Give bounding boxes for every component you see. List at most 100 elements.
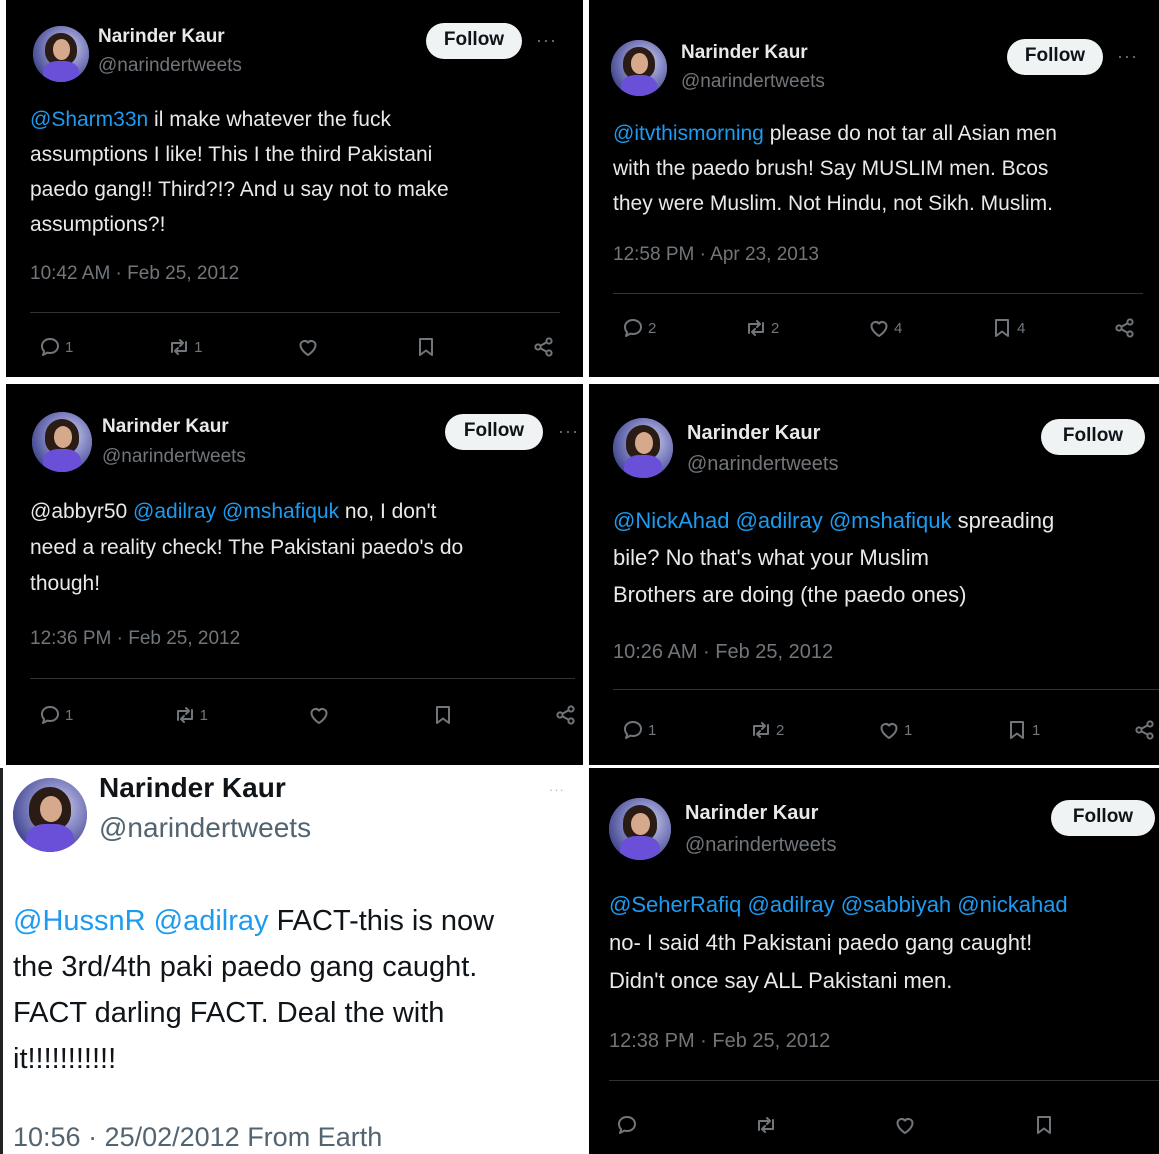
reply-count: 2 [648, 319, 657, 337]
retweet-button[interactable] [754, 1113, 781, 1137]
like-button[interactable]: 1 [877, 718, 912, 742]
retweet-button[interactable]: 1 [173, 703, 208, 727]
follow-button[interactable]: Follow [1041, 419, 1145, 455]
more-options-icon[interactable]: ··· [1117, 46, 1138, 67]
author-handle[interactable]: @narindertweets [687, 453, 838, 476]
divider [613, 293, 1143, 294]
author-handle[interactable]: @narindertweets [102, 446, 246, 468]
more-options-icon[interactable]: ··· [558, 421, 579, 442]
author-handle[interactable]: @narindertweets [681, 71, 825, 93]
bookmark-button[interactable] [1032, 1113, 1059, 1137]
tweet-text: @SeherRafiq @adilray @sabbiyah @nickahad… [609, 886, 1159, 1000]
bookmark-icon [414, 335, 438, 359]
share-button[interactable] [1113, 316, 1137, 340]
tweet-mentions[interactable]: @NickAhad @adilray @mshafiquk [613, 508, 951, 533]
heart-icon [296, 335, 320, 359]
retweet-button[interactable]: 1 [167, 335, 203, 359]
tweet-timestamp[interactable]: 12:38 PM · Feb 25, 2012 [609, 1030, 830, 1053]
reply-icon [621, 316, 645, 340]
follow-button[interactable]: Follow [1007, 39, 1103, 75]
tweet-mentions[interactable]: @Sharm33n [30, 108, 148, 131]
share-button[interactable] [554, 703, 578, 727]
like-button[interactable] [893, 1113, 920, 1137]
tweet-card: Narinder Kaur @narindertweets Follow @Ni… [589, 384, 1159, 765]
share-icon [532, 335, 556, 359]
avatar[interactable] [33, 26, 89, 82]
avatar[interactable] [611, 40, 667, 96]
reply-icon [38, 703, 62, 727]
share-icon [554, 703, 578, 727]
tweet-mentions[interactable]: @HussnR @adilray [13, 905, 269, 937]
share-button[interactable] [1133, 718, 1157, 742]
follow-button[interactable]: Follow [426, 23, 522, 59]
avatar[interactable] [13, 778, 87, 852]
bookmark-button[interactable]: 1 [1005, 718, 1040, 742]
retweet-count: 2 [776, 721, 785, 739]
retweet-icon [167, 335, 191, 359]
avatar[interactable] [613, 418, 673, 478]
tweet-timestamp[interactable]: 12:36 PM · Feb 25, 2012 [30, 628, 240, 650]
tweet-mentions[interactable]: @adilray @mshafiquk [133, 500, 339, 523]
reply-button[interactable] [615, 1113, 642, 1137]
tweet-card: Narinder Kaur @narindertweets ··· @Hussn… [0, 768, 587, 1154]
author-name[interactable]: Narinder Kaur [99, 772, 286, 804]
bookmark-button[interactable]: 4 [990, 316, 1025, 340]
tweet-timestamp[interactable]: 10:56 · 25/02/2012 From Earth [13, 1122, 382, 1153]
author-name[interactable]: Narinder Kaur [687, 422, 820, 445]
tweet-card: Narinder Kaur @narindertweets Follow ···… [6, 0, 583, 377]
bookmark-button[interactable] [431, 703, 455, 727]
divider [30, 678, 575, 679]
divider [609, 1080, 1159, 1081]
tweet-timestamp[interactable]: 10:26 AM · Feb 25, 2012 [613, 641, 833, 664]
like-button[interactable] [307, 703, 331, 727]
tweet-card: Narinder Kaur @narindertweets Follow ···… [589, 0, 1159, 377]
reply-button[interactable]: 2 [621, 316, 656, 340]
reply-icon [615, 1113, 639, 1137]
reply-icon [38, 335, 62, 359]
heart-icon [877, 718, 901, 742]
like-button[interactable] [296, 335, 320, 359]
author-name[interactable]: Narinder Kaur [685, 802, 818, 825]
action-bar: 2 2 4 4 [621, 316, 1137, 340]
tweet-card: Narinder Kaur @narindertweets Follow @Se… [589, 768, 1159, 1154]
avatar[interactable] [609, 798, 671, 860]
retweet-button[interactable]: 2 [749, 718, 784, 742]
follow-button[interactable]: Follow [445, 414, 543, 450]
tweet-text: @NickAhad @adilray @mshafiquk spreading … [613, 502, 1159, 613]
tweet-body: no- I said 4th Pakistani paedo gang caug… [609, 930, 1033, 993]
reply-count: 1 [65, 338, 74, 356]
tweet-mentions[interactable]: @itvthismorning [613, 122, 764, 145]
tweet-timestamp[interactable]: 12:58 PM · Apr 23, 2013 [613, 244, 819, 266]
avatar[interactable] [32, 412, 92, 472]
author-handle[interactable]: @narindertweets [98, 55, 242, 77]
reply-button[interactable]: 1 [38, 335, 73, 359]
bookmark-icon [1032, 1113, 1056, 1137]
tweet-text: @Sharm33n il make whatever the fuck assu… [30, 102, 570, 242]
tweet-text: @abbyr50 @adilray @mshafiquk no, I don't… [30, 494, 575, 602]
reply-button[interactable]: 1 [38, 703, 73, 727]
like-count: 1 [904, 721, 913, 739]
more-options-icon[interactable]: ··· [536, 30, 557, 51]
bookmark-button[interactable] [414, 335, 438, 359]
heart-icon [893, 1113, 917, 1137]
author-name[interactable]: Narinder Kaur [102, 416, 229, 438]
like-button[interactable]: 4 [867, 316, 902, 340]
share-icon [1113, 316, 1137, 340]
bookmark-icon [431, 703, 455, 727]
bookmark-icon [1005, 718, 1029, 742]
author-name[interactable]: Narinder Kaur [98, 26, 225, 48]
tweet-timestamp[interactable]: 10:42 AM · Feb 25, 2012 [30, 263, 239, 285]
retweet-button[interactable]: 2 [744, 316, 779, 340]
author-handle[interactable]: @narindertweets [99, 812, 311, 844]
author-name[interactable]: Narinder Kaur [681, 42, 808, 64]
more-options-icon[interactable]: ··· [549, 782, 565, 797]
bookmark-count: 1 [1032, 721, 1041, 739]
reply-button[interactable]: 1 [621, 718, 656, 742]
retweet-icon [744, 316, 768, 340]
tweet-mentions[interactable]: @SeherRafiq @adilray @sabbiyah @nickahad [609, 892, 1068, 917]
tweet-text: @itvthismorning please do not tar all As… [613, 116, 1153, 221]
action-bar: 1 1 [38, 703, 578, 727]
author-handle[interactable]: @narindertweets [685, 834, 836, 857]
follow-button[interactable]: Follow [1051, 800, 1155, 836]
share-button[interactable] [532, 335, 556, 359]
